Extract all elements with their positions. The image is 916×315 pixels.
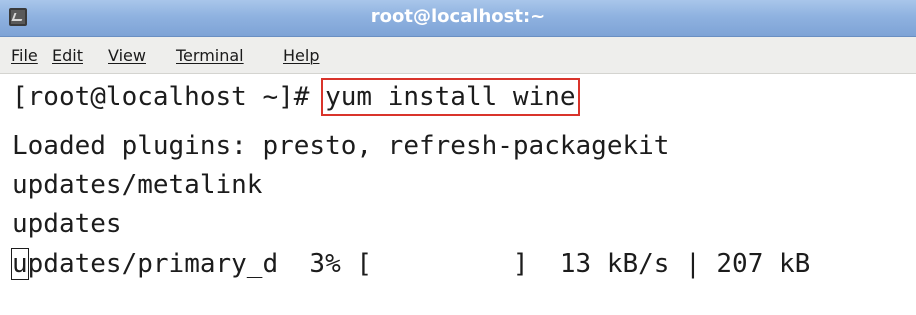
progress-line: updates/primary_d 3% [ ] 13 kB/s | 207 k… xyxy=(11,248,811,280)
menu-view[interactable]: View xyxy=(108,46,146,65)
title-bar[interactable]: root@localhost:~ xyxy=(0,0,916,37)
terminal-window: root@localhost:~ File Edit View Terminal… xyxy=(0,0,916,315)
shell-prompt: [root@localhost ~]# xyxy=(12,82,326,112)
command-line: [root@localhost ~]# yum install wine xyxy=(12,78,580,116)
highlighted-command: yum install wine xyxy=(321,78,580,116)
menu-bar: File Edit View Terminal Help xyxy=(0,37,916,74)
menu-help[interactable]: Help xyxy=(283,46,319,65)
progress-text: pdates/primary_d 3% [ ] 13 kB/s | 207 kB xyxy=(27,249,811,279)
menu-file[interactable]: File xyxy=(11,46,38,65)
terminal-content[interactable]: [root@localhost ~]# yum install wine Loa… xyxy=(0,74,916,315)
menu-edit[interactable]: Edit xyxy=(52,46,83,65)
menu-terminal[interactable]: Terminal xyxy=(176,46,244,65)
text-cursor: u xyxy=(11,248,29,280)
output-line-plugins: Loaded plugins: presto, refresh-packagek… xyxy=(12,131,670,161)
window-title: root@localhost:~ xyxy=(370,6,546,27)
output-line-updates: updates xyxy=(12,209,122,239)
output-line-metalink: updates/metalink xyxy=(12,170,263,200)
